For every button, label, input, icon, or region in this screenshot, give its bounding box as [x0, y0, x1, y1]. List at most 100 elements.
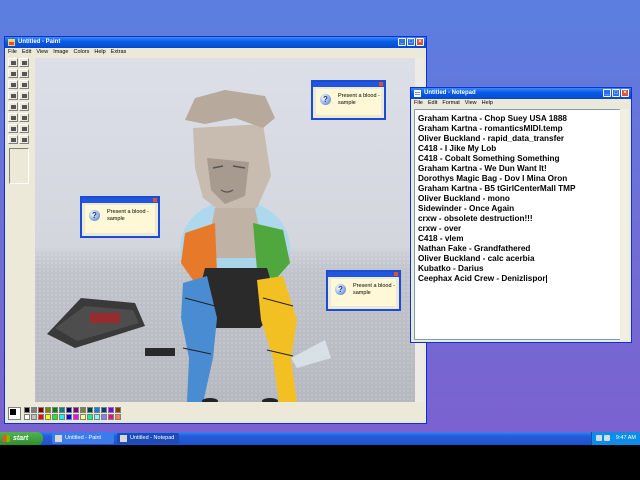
polygon-tool[interactable] — [19, 124, 29, 133]
minimize-button[interactable]: _ — [603, 89, 611, 97]
system-tray: 9:47 AM — [591, 432, 640, 445]
popup-close-button[interactable] — [379, 82, 383, 86]
palette-color-swatch[interactable] — [73, 414, 79, 420]
palette-color-swatch[interactable] — [59, 407, 65, 413]
menu-help[interactable]: Help — [94, 48, 105, 57]
palette-color-swatch[interactable] — [87, 414, 93, 420]
menu-help[interactable]: Help — [482, 99, 493, 108]
popup-dialog-bottom[interactable]: ? Present a blood - sample — [326, 270, 401, 311]
menu-edit[interactable]: Edit — [428, 99, 437, 108]
maximize-button[interactable]: □ — [612, 89, 620, 97]
network-icon[interactable] — [596, 435, 602, 441]
palette-color-swatch[interactable] — [87, 407, 93, 413]
popup-close-button[interactable] — [394, 272, 398, 276]
close-button[interactable]: × — [621, 89, 629, 97]
taskbar-item-notepad[interactable]: Untitled - Notepad — [117, 433, 179, 444]
text-line: Graham Kartna - Chop Suey USA 1888 — [418, 114, 567, 123]
screen-border — [0, 445, 640, 480]
palette-color-swatch[interactable] — [31, 414, 37, 420]
palette-color-swatch[interactable] — [66, 407, 72, 413]
popup-text: Present a blood - sample — [107, 209, 149, 222]
palette-color-swatch[interactable] — [45, 407, 51, 413]
popup-dialog-left[interactable]: ? Present a blood - sample — [80, 196, 160, 238]
menu-extras[interactable]: Extras — [111, 48, 127, 57]
menu-file[interactable]: File — [8, 48, 17, 57]
palette-color-swatch[interactable] — [108, 407, 114, 413]
palette-color-swatch[interactable] — [101, 414, 107, 420]
palette-color-swatch[interactable] — [38, 414, 44, 420]
clock: 9:47 AM — [615, 435, 636, 441]
notepad-titlebar[interactable]: Untitled - Notepad _ □ × — [411, 88, 631, 99]
text-line: Oliver Buckland - calc acerbia — [418, 254, 535, 263]
palette-color-swatch[interactable] — [115, 407, 121, 413]
text-line: Graham Kartna - We Dun Want It! — [418, 164, 547, 173]
palette-color-swatch[interactable] — [115, 414, 121, 420]
notepad-title: Untitled - Notepad — [424, 90, 476, 96]
palette-color-swatch[interactable] — [52, 407, 58, 413]
notepad-vertical-scrollbar[interactable] — [620, 109, 629, 340]
menu-format[interactable]: Format — [442, 99, 459, 108]
text-line: Graham Kartna - B5 tGirlCenterMall TMP — [418, 184, 576, 193]
menu-file[interactable]: File — [414, 99, 423, 108]
minimize-button[interactable]: _ — [398, 38, 406, 46]
palette-color-swatch[interactable] — [80, 414, 86, 420]
airbrush-tool[interactable] — [8, 102, 18, 111]
palette-color-swatch[interactable] — [45, 414, 51, 420]
palette-color-swatch[interactable] — [38, 407, 44, 413]
popup-close-button[interactable] — [153, 198, 157, 202]
palette-color-swatch[interactable] — [66, 414, 72, 420]
curve-tool[interactable] — [19, 113, 29, 122]
line-tool[interactable] — [8, 113, 18, 122]
menu-view[interactable]: View — [465, 99, 477, 108]
picker-tool[interactable] — [8, 80, 18, 89]
maximize-button[interactable]: □ — [407, 38, 415, 46]
rounded-rect-tool[interactable] — [19, 135, 29, 144]
start-label: start — [13, 435, 29, 442]
brush-tool[interactable] — [19, 91, 29, 100]
pencil-tool[interactable] — [8, 91, 18, 100]
popup-dialog-top[interactable]: ? Present a blood - sample — [311, 80, 386, 120]
notepad-menubar: File Edit Format View Help — [411, 99, 631, 108]
palette-color-swatch[interactable] — [108, 414, 114, 420]
palette-color-swatch[interactable] — [31, 407, 37, 413]
palette-color-swatch[interactable] — [52, 414, 58, 420]
taskbar-item-paint[interactable]: Untitled - Paint — [52, 433, 114, 444]
rect-select-tool[interactable] — [19, 58, 29, 67]
fill-tool[interactable] — [19, 69, 29, 78]
current-colors[interactable] — [8, 407, 21, 420]
paint-titlebar[interactable]: Untitled - Paint _ □ × — [5, 37, 426, 48]
palette-color-swatch[interactable] — [24, 407, 30, 413]
text-line: Graham Kartna - romanticsMIDI.temp — [418, 124, 563, 133]
menu-colors[interactable]: Colors — [73, 48, 89, 57]
menu-view[interactable]: View — [36, 48, 48, 57]
text-line: Oliver Buckland - rapid_data_transfer — [418, 134, 565, 143]
palette-color-swatch[interactable] — [94, 414, 100, 420]
windows-logo-icon — [3, 435, 10, 442]
toolbox — [8, 58, 33, 188]
notepad-window[interactable]: Untitled - Notepad _ □ × File Edit Forma… — [410, 87, 632, 343]
palette-color-swatch[interactable] — [80, 407, 86, 413]
magnifier-tool[interactable] — [19, 80, 29, 89]
free-select-tool[interactable] — [8, 58, 18, 67]
eraser-tool[interactable] — [8, 69, 18, 78]
text-tool[interactable] — [19, 102, 29, 111]
start-button[interactable]: start — [0, 432, 43, 445]
paint-menubar: File Edit View Image Colors Help Extras — [5, 48, 426, 57]
text-line: crxw - obsolete destruction!!! — [418, 214, 533, 223]
text-line: Dorothys Magic Bag - Dov I Mina Oron — [418, 174, 568, 183]
paint-title: Untitled - Paint — [18, 39, 61, 45]
popup-text: Present a blood - sample — [353, 283, 395, 296]
menu-image[interactable]: Image — [53, 48, 68, 57]
palette-color-swatch[interactable] — [94, 407, 100, 413]
palette-color-swatch[interactable] — [59, 414, 65, 420]
palette-color-swatch[interactable] — [101, 407, 107, 413]
palette-color-swatch[interactable] — [73, 407, 79, 413]
tool-options-box[interactable] — [9, 148, 29, 184]
palette-color-swatch[interactable] — [24, 414, 30, 420]
rectangle-tool[interactable] — [8, 124, 18, 133]
volume-icon[interactable] — [604, 435, 610, 441]
close-button[interactable]: × — [416, 38, 424, 46]
ellipse-tool[interactable] — [8, 135, 18, 144]
menu-edit[interactable]: Edit — [22, 48, 31, 57]
notepad-text-area[interactable]: Graham Kartna - Chop Suey USA 1888 Graha… — [414, 109, 622, 340]
